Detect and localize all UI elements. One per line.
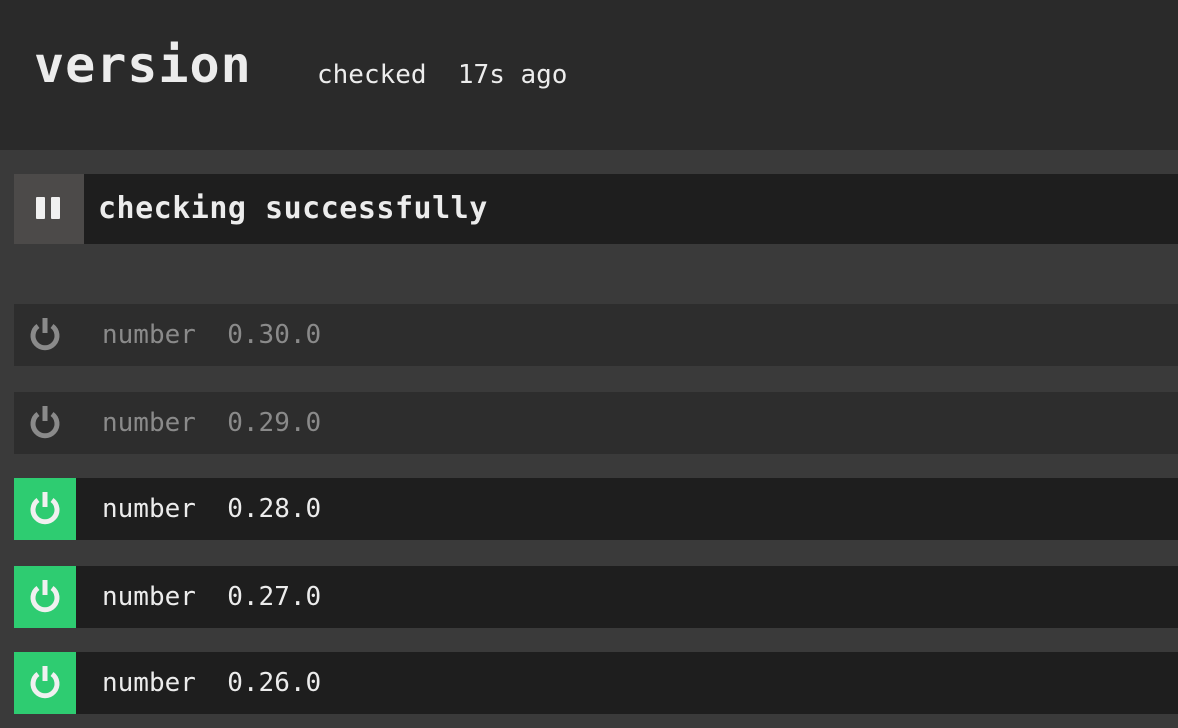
version-key: number xyxy=(102,668,196,698)
version-value: 0.27.0 xyxy=(227,582,322,612)
version-toggle-button[interactable] xyxy=(14,392,76,454)
version-label: number 0.30.0 xyxy=(102,318,321,352)
version-row[interactable]: number 0.27.0 xyxy=(14,566,1178,628)
power-icon xyxy=(30,492,60,525)
version-value: 0.28.0 xyxy=(227,494,322,524)
main-content: checking successfully number 0.30.0 numb… xyxy=(0,150,1178,728)
version-row[interactable]: number 0.30.0 xyxy=(14,304,1178,366)
check-status-text: checking successfully xyxy=(98,191,488,226)
version-label: number 0.27.0 xyxy=(102,580,321,614)
power-icon xyxy=(30,406,60,439)
power-icon xyxy=(30,318,60,351)
version-label: number 0.26.0 xyxy=(102,666,321,700)
version-toggle-button[interactable] xyxy=(14,478,76,540)
checked-label: checked xyxy=(317,60,427,90)
version-row[interactable]: number 0.28.0 xyxy=(14,478,1178,540)
version-value: 0.26.0 xyxy=(227,668,322,698)
version-key: number xyxy=(102,582,196,612)
version-label: number 0.28.0 xyxy=(102,492,321,526)
power-icon xyxy=(30,666,60,699)
version-toggle-button[interactable] xyxy=(14,652,76,714)
page-title: version xyxy=(34,36,252,94)
check-status-bar: checking successfully xyxy=(14,174,1178,244)
checked-age: 17s ago xyxy=(457,60,568,90)
version-row[interactable]: number 0.26.0 xyxy=(14,652,1178,714)
check-status: checked 17s ago xyxy=(317,58,567,92)
power-icon xyxy=(30,580,60,613)
version-value: 0.29.0 xyxy=(227,408,322,438)
version-key: number xyxy=(102,320,196,350)
version-row[interactable]: number 0.29.0 xyxy=(14,392,1178,454)
version-key: number xyxy=(102,408,196,438)
pause-checking-button[interactable] xyxy=(14,174,84,244)
version-key: number xyxy=(102,494,196,524)
version-toggle-button[interactable] xyxy=(14,304,76,366)
version-label: number 0.29.0 xyxy=(102,406,321,440)
version-value: 0.30.0 xyxy=(227,320,322,350)
page-header: version checked 17s ago xyxy=(0,0,1178,150)
version-toggle-button[interactable] xyxy=(14,566,76,628)
